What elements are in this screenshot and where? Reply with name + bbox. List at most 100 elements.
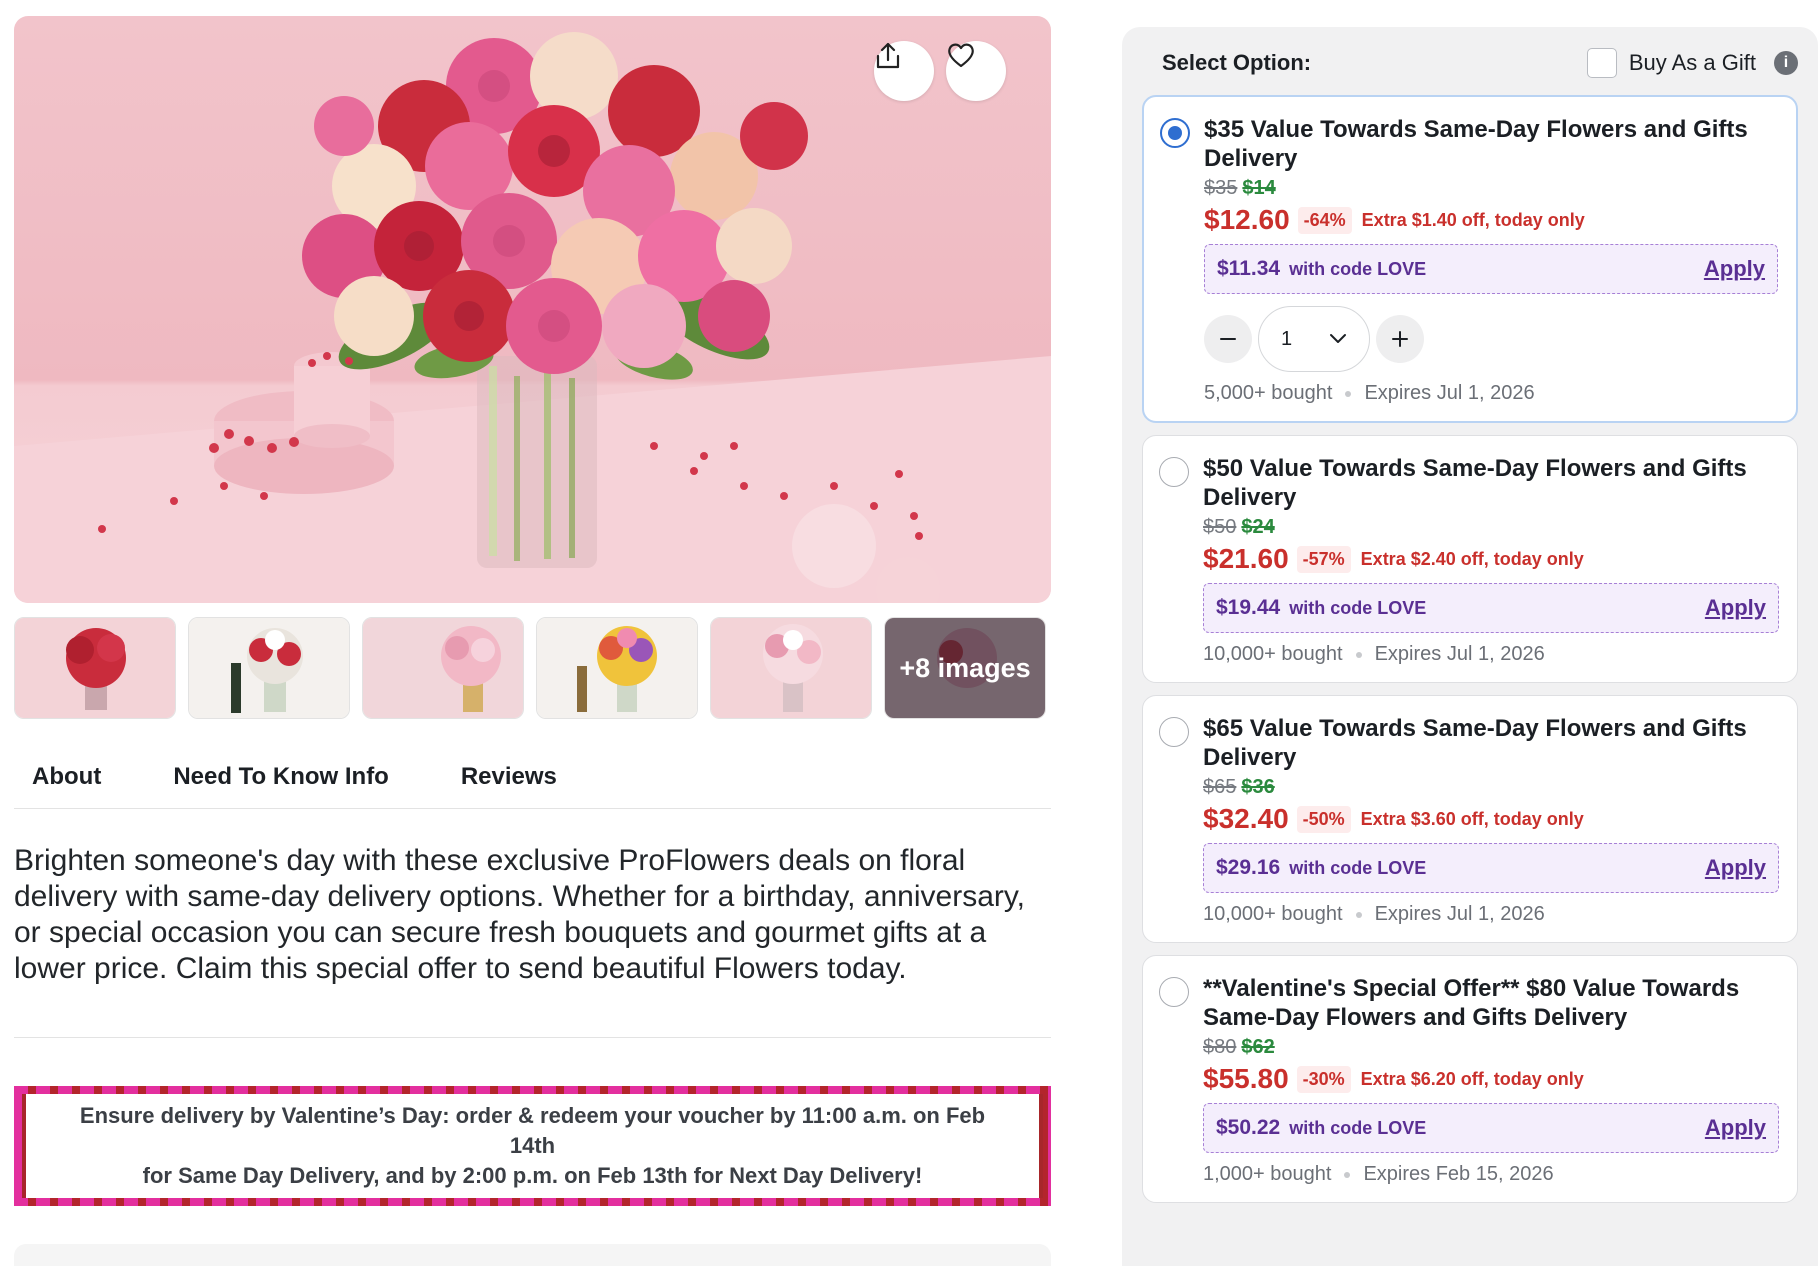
option-current-price-row: $32.40 -50% Extra $3.60 off, today only	[1203, 803, 1779, 835]
apply-code-link[interactable]: Apply	[1705, 855, 1766, 881]
option-radio-2[interactable]	[1159, 457, 1189, 487]
product-description: Brighten someone's day with these exclus…	[14, 844, 1025, 985]
option-radio-1[interactable]	[1160, 118, 1190, 148]
option-radio-4[interactable]	[1159, 977, 1189, 1007]
extra-discount-text: Extra $6.20 off, today only	[1360, 1068, 1584, 1089]
tab-about[interactable]: About	[32, 749, 101, 808]
increase-quantity-button[interactable]	[1376, 315, 1424, 363]
bought-count: 1,000+ bought	[1203, 1163, 1332, 1185]
tab-reviews[interactable]: Reviews	[461, 749, 557, 808]
quantity-select[interactable]: 1	[1258, 306, 1370, 372]
option-meta: 1,000+ bought Expires Feb 15, 2026	[1203, 1163, 1779, 1186]
banner-text: Ensure delivery by Valentine’s Day: orde…	[22, 1094, 1043, 1198]
thumbnail-image	[15, 618, 175, 718]
extra-discount-text: Extra $1.40 off, today only	[1361, 209, 1585, 230]
buy-as-gift-label[interactable]: Buy As a Gift	[1629, 50, 1756, 76]
promo-price: $19.44	[1216, 596, 1281, 619]
buy-as-gift-checkbox[interactable]	[1586, 48, 1617, 78]
valentines-delivery-banner: Ensure delivery by Valentine’s Day: orde…	[14, 1086, 1051, 1206]
discount-badge: -57%	[1296, 545, 1351, 573]
promo-code-text: with code LOVE	[1289, 1117, 1427, 1138]
divider	[14, 1037, 1051, 1038]
separator-dot	[1344, 1171, 1351, 1178]
thumbnail-2[interactable]	[188, 617, 350, 719]
apply-code-link[interactable]: Apply	[1705, 1115, 1766, 1141]
minus-icon	[1220, 338, 1236, 340]
separator-dot	[1355, 651, 1362, 658]
current-price: $12.60	[1204, 204, 1290, 235]
option-current-price-row: $55.80 -30% Extra $6.20 off, today only	[1203, 1063, 1779, 1095]
option-reference-prices: $80 $62	[1203, 1036, 1779, 1059]
option-title: $65 Value Towards Same-Day Flowers and G…	[1203, 715, 1747, 771]
extra-discount-text: Extra $2.40 off, today only	[1360, 548, 1584, 569]
hero-image[interactable]	[14, 16, 1051, 603]
promo-price: $11.34	[1217, 257, 1281, 280]
options-header: Select Option: Buy As a Gift i	[1142, 43, 1798, 83]
share-button[interactable]	[874, 41, 934, 101]
expiry-date: Expires Feb 15, 2026	[1363, 1163, 1554, 1185]
promo-code-box: $29.16 with code LOVE Apply	[1203, 843, 1779, 893]
favorite-button[interactable]	[946, 41, 1006, 101]
decrease-quantity-button[interactable]	[1204, 315, 1252, 363]
thumbnail-image	[189, 618, 349, 718]
separator-dot	[1345, 390, 1352, 397]
extra-discount-text: Extra $3.60 off, today only	[1360, 808, 1584, 829]
apply-code-link[interactable]: Apply	[1705, 595, 1766, 621]
thumbnail-image	[537, 618, 697, 718]
option-title: $35 Value Towards Same-Day Flowers and G…	[1204, 116, 1748, 172]
current-price: $21.60	[1203, 543, 1289, 574]
rose-bouquet-photo	[14, 32, 1051, 603]
current-price: $32.40	[1203, 803, 1289, 834]
promo-code-box: $19.44 with code LOVE Apply	[1203, 583, 1779, 633]
option-meta: 10,000+ bought Expires Jul 1, 2026	[1203, 903, 1779, 926]
more-images-label: +8 images	[885, 618, 1045, 718]
discount-badge: -30%	[1296, 1065, 1351, 1093]
product-media-column: +8 images About Need To Know Info Review…	[14, 16, 1051, 1266]
original-price: $35	[1204, 177, 1238, 199]
previous-price: $62	[1241, 1036, 1275, 1058]
thumbnail-3[interactable]	[362, 617, 524, 719]
current-price: $55.80	[1203, 1063, 1289, 1094]
option-card-4[interactable]: **Valentine's Special Offer** $80 Value …	[1142, 955, 1798, 1203]
option-reference-prices: $65 $36	[1203, 776, 1779, 799]
expiry-date: Expires Jul 1, 2026	[1374, 903, 1545, 925]
thumbnail-more[interactable]: +8 images	[884, 617, 1046, 719]
thumbnail-strip: +8 images	[14, 617, 1051, 719]
promo-price: $29.16	[1216, 856, 1281, 879]
discount-badge: -64%	[1297, 206, 1352, 234]
quantity-value: 1	[1281, 327, 1293, 350]
select-option-title: Select Option:	[1162, 50, 1312, 75]
share-icon	[876, 42, 900, 69]
bought-count: 10,000+ bought	[1203, 903, 1343, 925]
option-radio-3[interactable]	[1159, 717, 1189, 747]
previous-price: $36	[1241, 776, 1275, 798]
tab-need-to-know-info[interactable]: Need To Know Info	[173, 749, 389, 808]
next-section-card	[14, 1244, 1051, 1266]
option-card-3[interactable]: $65 Value Towards Same-Day Flowers and G…	[1142, 695, 1798, 943]
thumbnail-4[interactable]	[536, 617, 698, 719]
original-price: $80	[1203, 1036, 1237, 1058]
thumbnail-5[interactable]	[710, 617, 872, 719]
option-reference-prices: $50 $24	[1203, 516, 1779, 539]
separator-dot	[1355, 911, 1362, 918]
option-reference-prices: $35 $14	[1204, 177, 1778, 200]
option-card-1[interactable]: $35 Value Towards Same-Day Flowers and G…	[1142, 95, 1798, 423]
chevron-down-icon	[1330, 334, 1346, 343]
apply-code-link[interactable]: Apply	[1704, 256, 1765, 282]
option-meta: 5,000+ bought Expires Jul 1, 2026	[1204, 382, 1778, 405]
option-meta: 10,000+ bought Expires Jul 1, 2026	[1203, 643, 1779, 666]
thumbnail-1[interactable]	[14, 617, 176, 719]
plus-icon	[1392, 331, 1408, 347]
info-icon[interactable]: i	[1774, 51, 1798, 75]
discount-badge: -50%	[1296, 805, 1351, 833]
promo-code-text: with code LOVE	[1289, 597, 1427, 618]
promo-code-box: $11.34 with code LOVE Apply	[1204, 244, 1778, 294]
option-card-2[interactable]: $50 Value Towards Same-Day Flowers and G…	[1142, 435, 1798, 683]
banner-line-1: Ensure delivery by Valentine’s Day: orde…	[79, 1103, 986, 1158]
promo-code-text: with code LOVE	[1289, 857, 1427, 878]
bought-count: 10,000+ bought	[1203, 643, 1343, 665]
promo-code-text: with code LOVE	[1289, 258, 1427, 279]
heart-icon	[948, 43, 974, 68]
thumbnail-image	[363, 618, 523, 718]
banner-line-2: for Same Day Delivery, and by 2:00 p.m. …	[142, 1163, 923, 1188]
